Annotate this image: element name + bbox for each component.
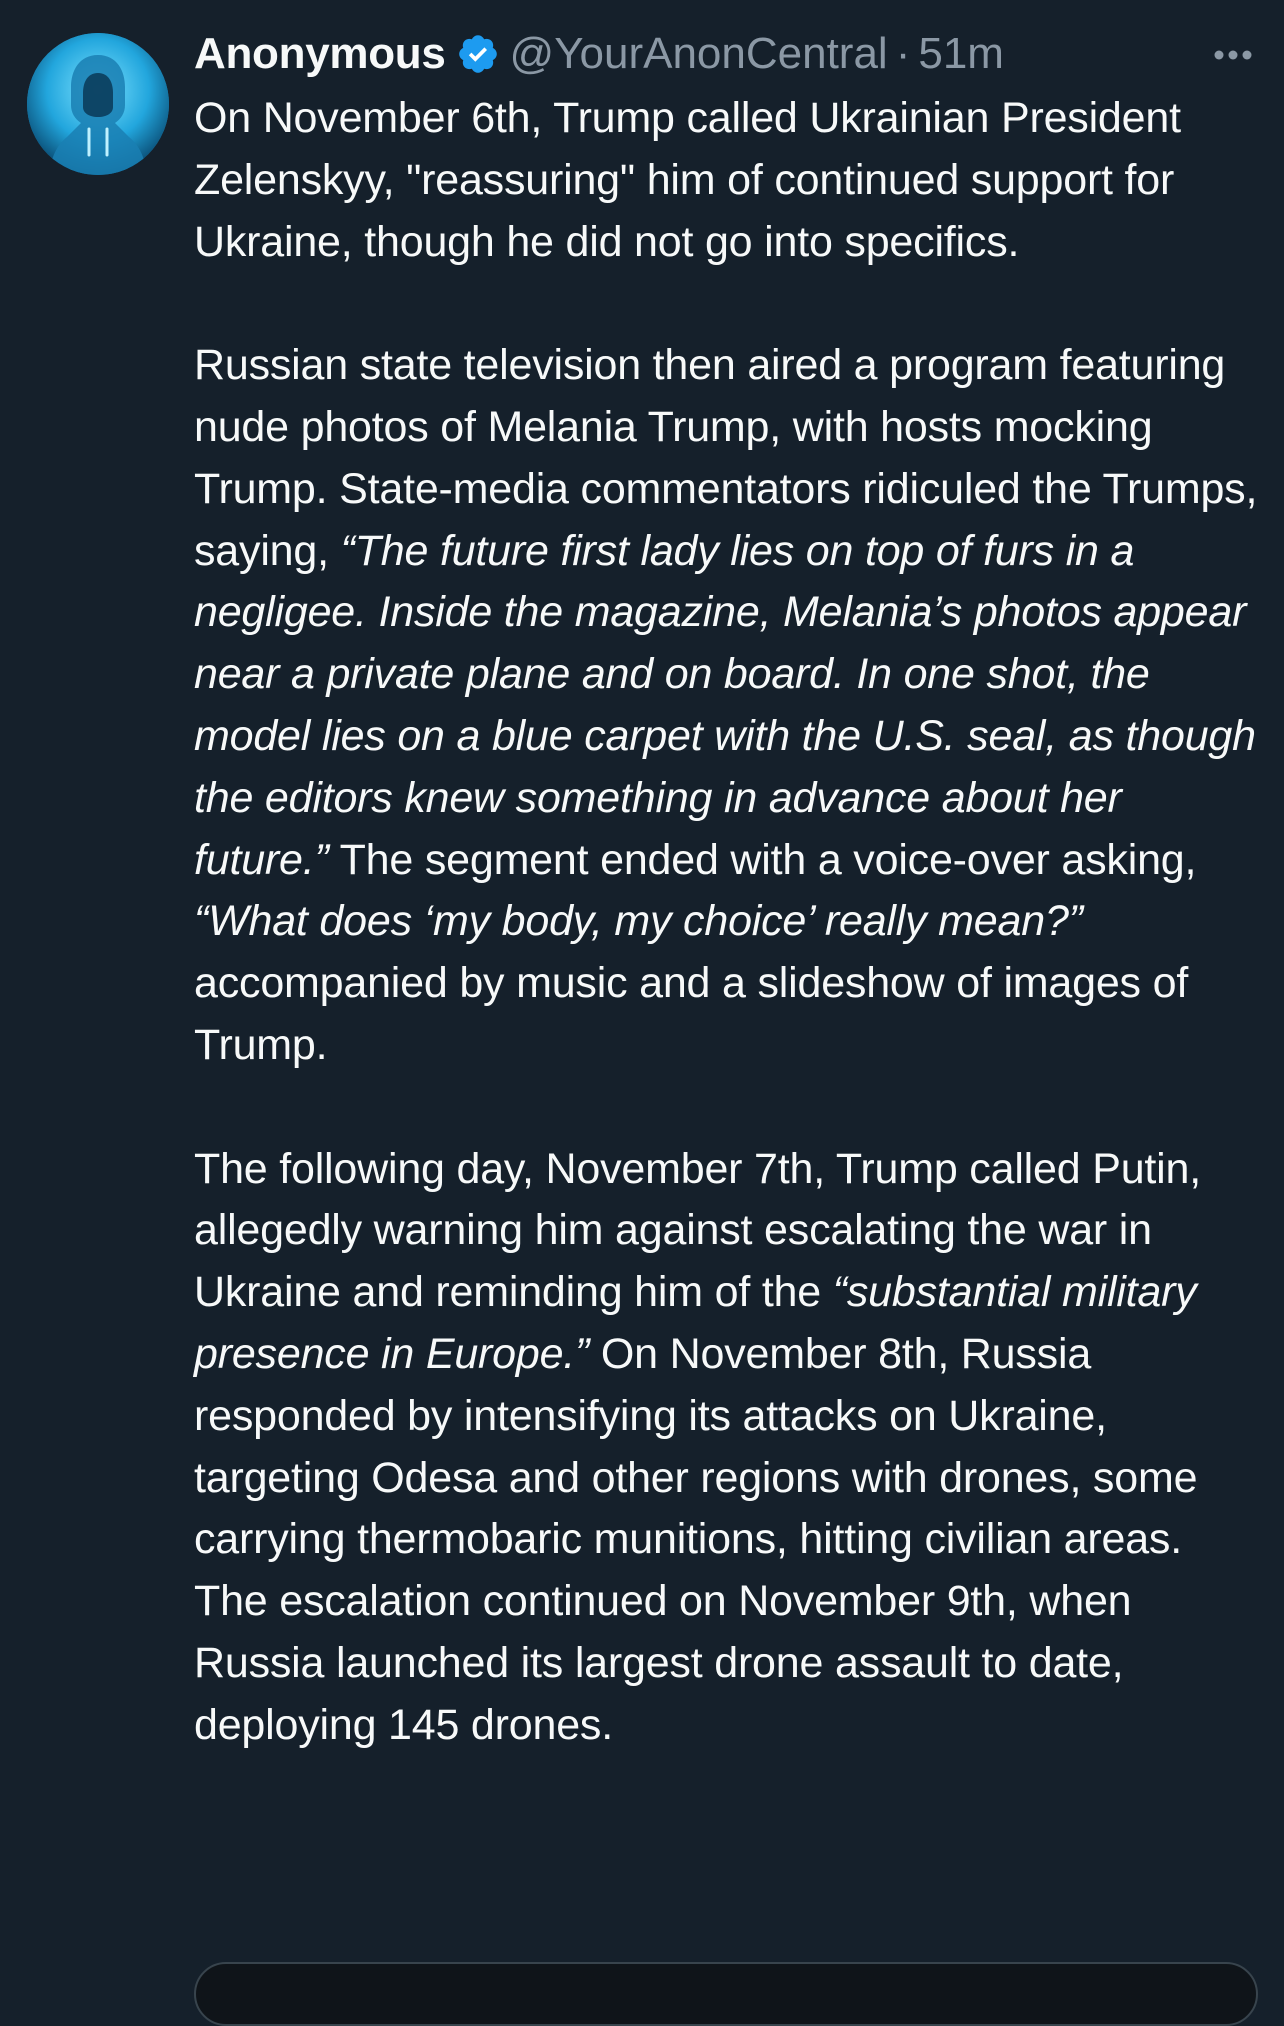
avatar[interactable] [27, 33, 169, 175]
tweet-paragraph-3: The following day, November 7th, Trump c… [194, 1139, 1264, 1757]
attached-media-card[interactable] [194, 1962, 1258, 2026]
paragraph-2-text-b: The segment ended with a voice-over aski… [328, 835, 1197, 884]
separator-dot: · [895, 29, 911, 78]
tweet-timestamp[interactable]: 51m [918, 29, 1004, 79]
hooded-figure-avatar-icon [27, 33, 169, 175]
tweet[interactable]: Anonymous @YourAnonCentral · 51m On Nove… [0, 0, 1284, 2026]
tweet-text: On November 6th, Trump called Ukrainian … [194, 88, 1264, 1757]
paragraph-2-quote-2: “What does ‘my body, my choice’ really m… [194, 897, 1083, 946]
paragraph-2-text-c: accompanied by music and a slideshow of … [194, 959, 1189, 1069]
verified-badge-icon[interactable] [456, 32, 500, 76]
author-handle[interactable]: @YourAnonCentral [510, 29, 888, 79]
paragraph-3-text-b: On November 8th, Russia responded by int… [194, 1329, 1198, 1749]
tweet-paragraph-1: On November 6th, Trump called Ukrainian … [194, 94, 1181, 266]
paragraph-2-quote-1: “The future first lady lies on top of fu… [194, 526, 1256, 884]
author-display-name[interactable]: Anonymous [194, 29, 446, 79]
tweet-paragraph-2: Russian state television then aired a pr… [194, 335, 1264, 1077]
more-options-icon[interactable] [1210, 32, 1256, 78]
tweet-header: Anonymous @YourAnonCentral · 51m [194, 22, 1256, 86]
